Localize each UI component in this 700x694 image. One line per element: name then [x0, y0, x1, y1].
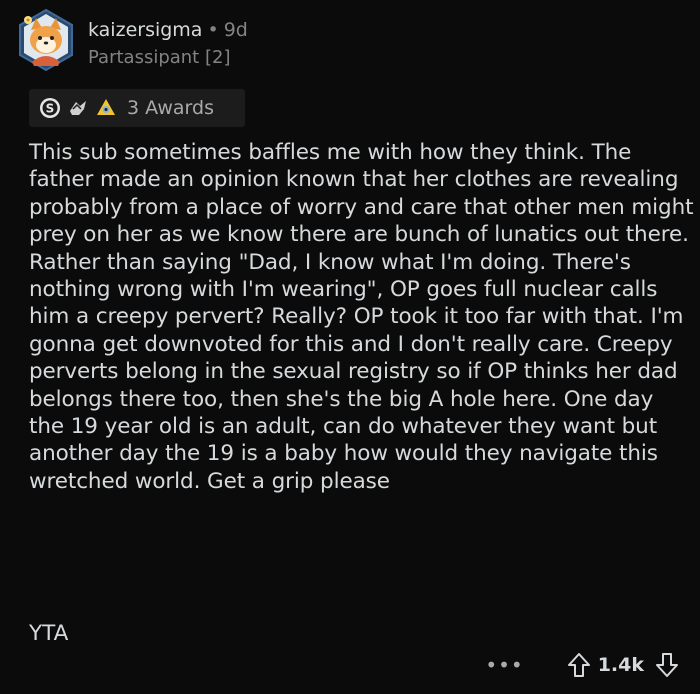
more-options-button[interactable]: •••	[485, 653, 523, 677]
silver-award-icon: S	[39, 97, 61, 119]
user-line: kaizersigma • 9d	[88, 18, 248, 42]
avatar-shiba-icon	[19, 8, 73, 72]
separator-dot: •	[207, 19, 219, 41]
downvote-icon[interactable]	[654, 651, 680, 679]
helpful-award-icon	[95, 97, 117, 119]
comment-header: kaizersigma • 9d Partassipant [2]	[14, 8, 248, 72]
comment-actions: ••• 1.4k	[485, 650, 680, 680]
user-meta: kaizersigma • 9d Partassipant [2]	[88, 18, 248, 70]
vote-score: 1.4k	[597, 654, 644, 676]
comment-age: 9d	[223, 19, 248, 41]
avatar[interactable]	[14, 8, 78, 72]
upvote-icon[interactable]	[566, 651, 592, 679]
svg-text:S: S	[46, 102, 55, 116]
username[interactable]: kaizersigma	[88, 19, 202, 41]
awards-bar[interactable]: S 3 Awards	[29, 89, 245, 127]
wholesome-award-icon	[67, 97, 89, 119]
comment-verdict: YTA	[29, 621, 69, 646]
user-flair: Partassipant [2]	[88, 47, 231, 68]
comment-body: This sub sometimes baffles me with how t…	[29, 140, 694, 494]
awards-count: 3 Awards	[127, 97, 214, 119]
